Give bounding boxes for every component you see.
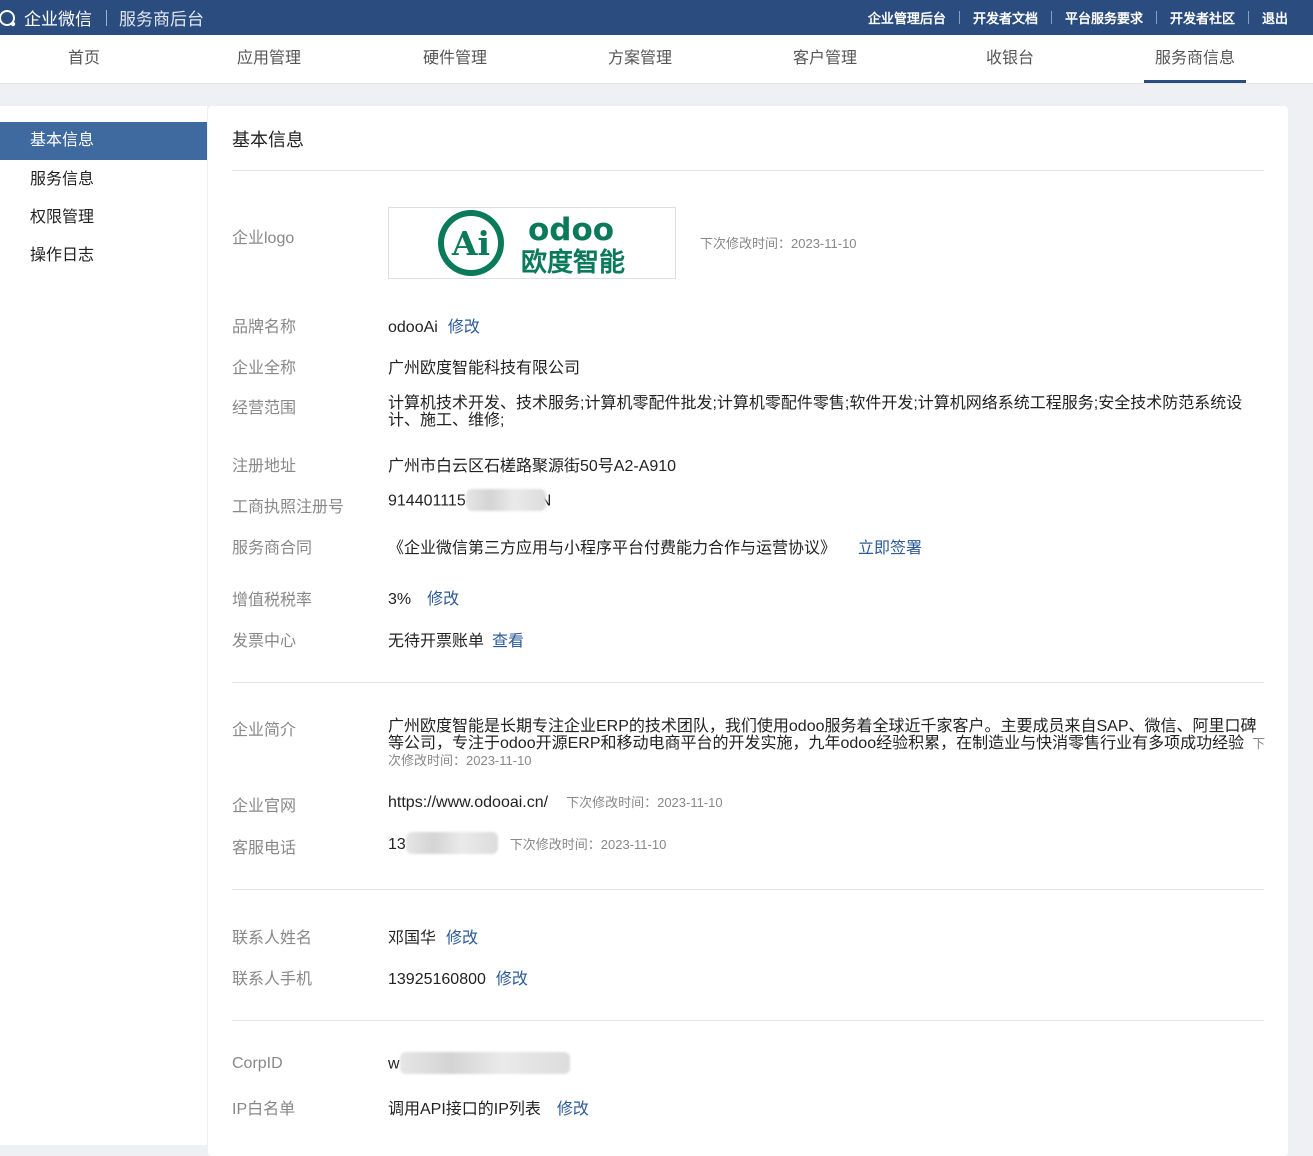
ip-whitelist-value: 调用API接口的IP列表: [388, 1101, 541, 1118]
sidebar-item-service-info[interactable]: 服务信息: [0, 161, 207, 199]
link-platform-requirements[interactable]: 平台服务要求: [1065, 8, 1143, 27]
brand: 企业微信 服务商后台: [0, 0, 204, 35]
link-developer-community[interactable]: 开发者社区: [1170, 8, 1235, 27]
tab-provider-info[interactable]: 服务商信息: [1143, 35, 1247, 83]
ip-whitelist-label: IP白名单: [232, 1101, 296, 1118]
contact-phone-label: 联系人手机: [232, 971, 313, 988]
scope-label: 经营范围: [232, 400, 297, 417]
contact-name-label: 联系人姓名: [232, 930, 313, 947]
phone-next-edit-hint: 下次修改时间：2023-11-10: [509, 837, 667, 852]
logout-link[interactable]: 退出: [1262, 8, 1288, 27]
divider: [958, 11, 960, 24]
page-title: 基本信息: [232, 130, 304, 150]
contract-value-row: 《企业微信第三方应用与小程序平台付费能力合作与运营协议》 立即签署: [388, 534, 922, 558]
odoo-ai-logo-icon: Ai odoo 欧度智能: [438, 210, 625, 278]
sidebar: 基本信息 服务信息 权限管理 操作日志: [0, 106, 207, 1145]
sidebar-item-permissions[interactable]: 权限管理: [0, 199, 207, 237]
app-subtitle: 服务商后台: [119, 10, 204, 29]
brand-value: odooAi: [388, 319, 438, 336]
view-invoice-link[interactable]: 查看: [492, 633, 524, 650]
phone-value-row: 13 下次修改时间：2023-11-10: [388, 832, 667, 855]
edit-contact-name-link[interactable]: 修改: [446, 930, 478, 947]
tax-label: 增值税税率: [232, 592, 313, 609]
company-logo[interactable]: Ai odoo 欧度智能: [388, 207, 676, 279]
license-label: 工商执照注册号: [232, 499, 345, 516]
main-nav: 首页 应用管理 硬件管理 方案管理 客户管理 收银台 服务商信息: [0, 35, 1313, 84]
redacted-block: [405, 832, 498, 855]
tab-solution-management[interactable]: 方案管理: [608, 35, 672, 83]
wecom-logo-icon: [0, 9, 16, 26]
logo-badge-text: Ai: [451, 224, 490, 263]
top-links: 企业管理后台 开发者文档 平台服务要求 开发者社区 退出: [868, 0, 1288, 35]
tax-value-row: 3% 修改: [388, 585, 459, 609]
main-panel: 基本信息 企业logo Ai odoo 欧度智能 下次修改时间：2023-11-…: [208, 106, 1288, 1156]
edit-contact-phone-link[interactable]: 修改: [496, 971, 528, 988]
tab-customer-management[interactable]: 客户管理: [793, 35, 857, 83]
contact-name-value: 邓国华: [388, 930, 437, 947]
contact-phone-value: 13925160800: [388, 971, 486, 988]
brand-divider: [106, 9, 107, 26]
address-label: 注册地址: [232, 458, 297, 475]
divider: [232, 682, 1264, 683]
corpid-label: CorpID: [232, 1055, 283, 1072]
website-value-row: https://www.odooai.cn/下次修改时间：2023-11-10: [388, 792, 723, 812]
sidebar-item-operation-log[interactable]: 操作日志: [0, 237, 207, 275]
phone-value-prefix: 13: [388, 836, 406, 853]
intro-value: 广州欧度智能是长期专注企业ERP的技术团队，我们使用odoo服务着全球近千家客户…: [388, 718, 1257, 752]
fullname-value: 广州欧度智能科技有限公司: [388, 360, 581, 377]
tax-value: 3%: [388, 591, 412, 608]
scope-value: 计算机技术开发、技术服务;计算机零配件批发;计算机零配件零售;软件开发;计算机网…: [388, 395, 1243, 429]
top-bar: 企业微信 服务商后台 企业管理后台 开发者文档 平台服务要求 开发者社区 退出: [0, 0, 1313, 35]
app-name: 企业微信: [24, 10, 92, 29]
sign-contract-link[interactable]: 立即签署: [858, 540, 922, 557]
brand-value-row: odooAi 修改: [388, 313, 480, 337]
intro-value-row: 广州欧度智能是长期专注企业ERP的技术团队，我们使用odoo服务着全球近千家客户…: [388, 718, 1268, 769]
divider: [1050, 11, 1052, 24]
address-value: 广州市白云区石槎路聚源街50号A2-A910: [388, 458, 677, 475]
edit-brand-link[interactable]: 修改: [448, 319, 480, 336]
divider: [232, 889, 1264, 890]
divider: [232, 170, 1264, 171]
invoice-value: 无待开票账单: [388, 633, 485, 650]
license-value-prefix: 914401115: [388, 492, 466, 510]
phone-label: 客服电话: [232, 840, 297, 857]
link-admin-console[interactable]: 企业管理后台: [868, 8, 946, 27]
divider: [232, 1020, 1264, 1021]
ip-whitelist-row: 调用API接口的IP列表 修改: [388, 1095, 589, 1119]
contract-label: 服务商合同: [232, 540, 313, 557]
website-label: 企业官网: [232, 798, 297, 815]
tab-checkout[interactable]: 收银台: [986, 35, 1034, 83]
tab-hardware-management[interactable]: 硬件管理: [423, 35, 487, 83]
tab-app-management[interactable]: 应用管理: [237, 35, 301, 83]
fullname-label: 企业全称: [232, 360, 297, 377]
invoice-value-row: 无待开票账单 查看: [388, 627, 524, 651]
link-developer-docs[interactable]: 开发者文档: [973, 8, 1038, 27]
edit-ip-whitelist-link[interactable]: 修改: [557, 1101, 589, 1118]
sidebar-item-basic-info[interactable]: 基本信息: [0, 122, 207, 160]
intro-label: 企业简介: [232, 722, 297, 739]
tab-home[interactable]: 首页: [68, 35, 100, 83]
contact-name-row: 邓国华 修改: [388, 924, 478, 948]
license-value-row: 914401115N: [388, 489, 551, 511]
website-value[interactable]: https://www.odooai.cn/: [388, 794, 548, 811]
website-next-edit-hint: 下次修改时间：2023-11-10: [566, 795, 723, 810]
contract-value: 《企业微信第三方应用与小程序平台付费能力合作与运营协议》: [388, 540, 837, 557]
corpid-value-prefix: w: [388, 1055, 400, 1073]
divider: [1155, 11, 1157, 24]
edit-tax-link[interactable]: 修改: [427, 591, 459, 608]
logo-text-bottom: 欧度智能: [521, 247, 625, 278]
corpid-row: w: [388, 1052, 570, 1074]
logo-text-top: odoo: [528, 212, 614, 248]
divider: [1247, 11, 1249, 24]
contact-phone-row: 13925160800 修改: [388, 965, 528, 989]
redacted-block: [465, 489, 546, 511]
redacted-block: [399, 1052, 570, 1074]
logo-label: 企业logo: [232, 230, 295, 247]
invoice-label: 发票中心: [232, 633, 297, 650]
logo-next-edit-hint: 下次修改时间：2023-11-10: [700, 236, 857, 251]
brand-label: 品牌名称: [232, 319, 297, 336]
